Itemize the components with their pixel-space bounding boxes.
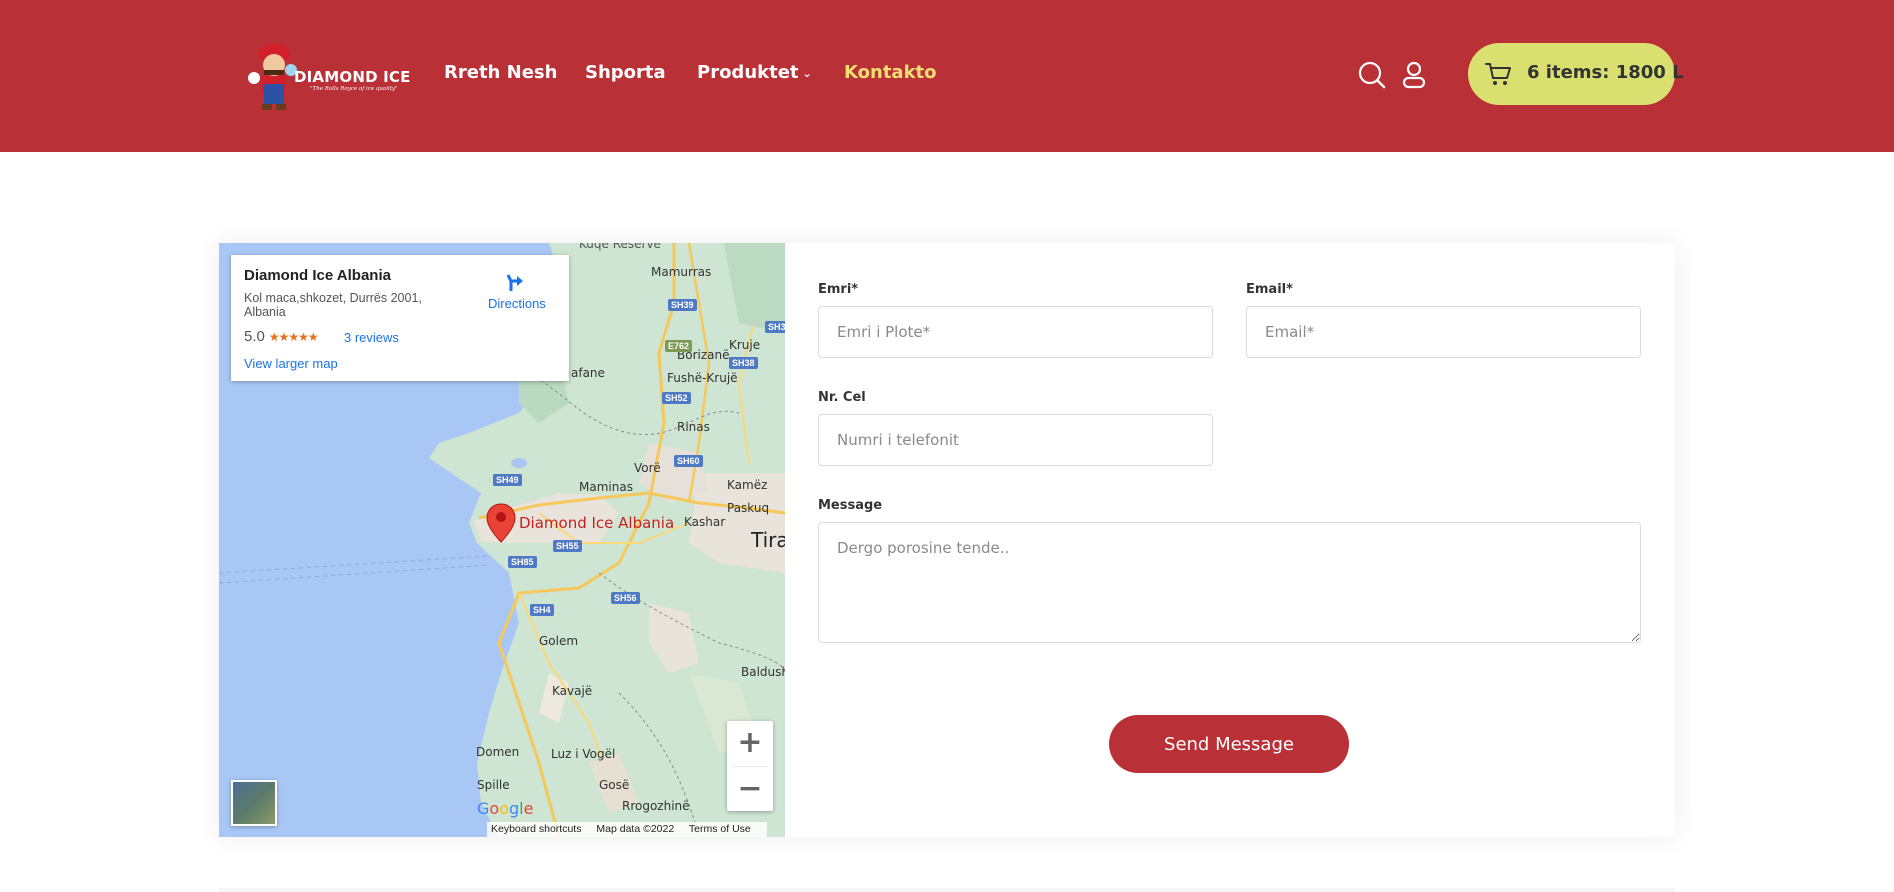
satellite-toggle[interactable] (231, 780, 277, 826)
map-place-domen: Domen (476, 745, 520, 759)
zoom-out-button[interactable]: − (727, 767, 773, 811)
map-place-vore: Vorë (634, 461, 661, 475)
road-shield-sh85: SH85 (508, 556, 537, 568)
map-attribution: Keyboard shortcuts Map data ©2022 Terms … (487, 822, 767, 837)
nav-shporta[interactable]: Shporta (585, 62, 666, 83)
place-info-card: Diamond Ice Albania Kol maca,shkozet, Du… (231, 255, 569, 381)
map-place-spille: Spille (477, 778, 510, 792)
name-label: Emri* (818, 282, 859, 297)
directions-link[interactable]: Directions (488, 296, 546, 311)
map-place-rrogozhine: Rrogozhinë (622, 799, 690, 813)
map-place-paskuq: Paskuq (727, 501, 770, 515)
map-place-golem: Golem (539, 634, 579, 648)
site-header: DIAMOND ICE "The Rolls Royce of ice qual… (0, 0, 1894, 152)
road-shield-sh4: SH4 (530, 604, 554, 616)
pin-label[interactable]: Diamond Ice Albania (519, 514, 674, 532)
email-label: Email* (1246, 282, 1293, 297)
brand-logo[interactable]: DIAMOND ICE "The Rolls Royce of ice qual… (244, 32, 411, 114)
chevron-down-icon: ⌄ (802, 67, 812, 80)
map-place-tirana: Tira (751, 528, 785, 552)
message-label: Message (818, 498, 883, 513)
phone-label: Nr. Cel (818, 390, 866, 405)
map-place-fushe-kruje: Fushë-Krujë (667, 371, 738, 385)
nav-produktet-label: Produktet (697, 62, 799, 83)
place-rating: 5.0 ★★★★★ (244, 328, 319, 345)
map-place-afane: afane (571, 366, 605, 380)
map-place-kavaje: Kavajë (552, 684, 593, 698)
nav-rreth-nesh[interactable]: Rreth Nesh (444, 62, 557, 83)
place-address: Kol maca,shkozet, Durrës 2001, Albania (244, 291, 422, 319)
map-place-maminas: Maminas (579, 480, 633, 494)
brand-name: DIAMOND ICE (294, 68, 411, 86)
user-icon[interactable] (1400, 61, 1428, 89)
brand-tagline: "The Rolls Royce of ice quality" (310, 86, 398, 92)
map-place-kamez: Kamëz (727, 478, 768, 492)
google-logo: Google (477, 799, 534, 818)
location-pin-icon[interactable] (485, 502, 517, 544)
map-place-baldush: Baldush (741, 665, 785, 679)
section-divider (219, 888, 1675, 892)
search-icon[interactable] (1358, 61, 1386, 89)
cart-summary: 6 items: 1800 L (1527, 62, 1684, 83)
name-field[interactable] (818, 306, 1213, 358)
zoom-in-button[interactable]: + (727, 721, 773, 765)
map-place-kashar: Kashar (684, 515, 726, 529)
cart-icon (1485, 63, 1511, 85)
road-shield-sh52: SH52 (662, 392, 691, 404)
map-place-kruje: Kruje (729, 338, 761, 352)
road-shield-sh56: SH56 (611, 592, 640, 604)
zoom-control: + − (727, 721, 773, 811)
road-shield-sh39: SH39 (668, 299, 697, 311)
map-place-rinas: Rinas (677, 420, 710, 434)
map-place-reserve: Kuqe Reserve (579, 243, 661, 251)
map-data-label: Map data ©2022 (596, 823, 675, 835)
nav-produktet[interactable]: Produktet ⌄ (697, 62, 812, 83)
road-shield-sh49: SH49 (493, 474, 522, 486)
directions-icon[interactable] (505, 269, 529, 293)
road-shield-e762: E762 (665, 340, 693, 352)
rating-stars: ★★★★★ (268, 330, 319, 344)
road-shield-sh60: SH60 (674, 455, 703, 467)
reviews-link[interactable]: 3 reviews (344, 330, 399, 345)
embedded-map[interactable]: Mamurras Borizanë Kruje Fushë-Krujë Rina… (219, 243, 785, 837)
map-place-gose: Gosë (599, 778, 630, 792)
keyboard-shortcuts-link[interactable]: Keyboard shortcuts (491, 823, 581, 835)
road-shield-sh3: SH3 (765, 321, 785, 333)
rating-value: 5.0 (244, 328, 265, 345)
road-shield-sh38: SH38 (729, 357, 758, 369)
nav-kontakto[interactable]: Kontakto (844, 62, 937, 83)
view-larger-map-link[interactable]: View larger map (244, 356, 338, 371)
cart-button[interactable]: 6 items: 1800 L (1468, 43, 1684, 105)
email-field[interactable] (1246, 306, 1641, 358)
send-message-button[interactable]: Send Message (1109, 715, 1349, 773)
map-place-luz: Luz i Vogël (551, 747, 616, 761)
place-name: Diamond Ice Albania (244, 267, 391, 284)
road-shield-sh55: SH55 (553, 540, 582, 552)
message-field[interactable] (818, 522, 1641, 643)
terms-of-use-link[interactable]: Terms of Use (689, 823, 751, 835)
map-place-mamurras: Mamurras (651, 265, 712, 279)
phone-field[interactable] (818, 414, 1213, 466)
